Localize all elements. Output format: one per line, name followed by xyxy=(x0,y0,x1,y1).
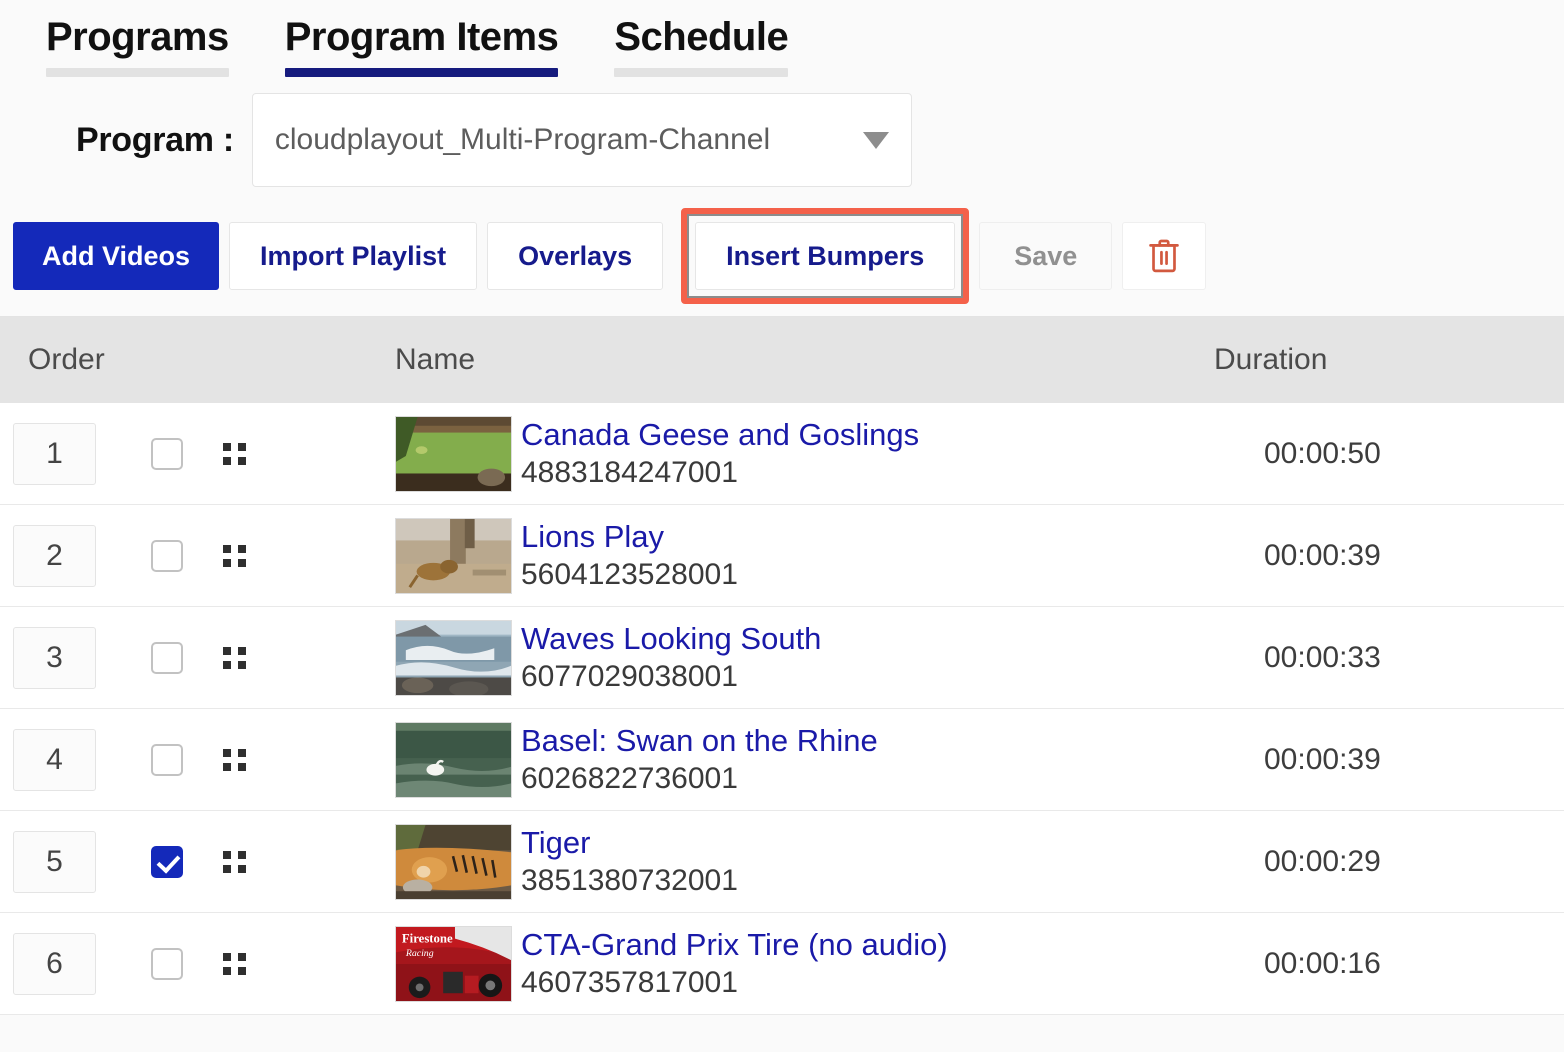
table-row: 4 Basel: Swan on the Rhine 6026822736001… xyxy=(0,709,1564,811)
cell-order: 2 xyxy=(0,525,395,587)
cell-name: Waves Looking South 6077029038001 xyxy=(395,620,1214,696)
svg-text:Racing: Racing xyxy=(405,948,434,959)
video-title-link[interactable]: CTA-Grand Prix Tire (no audio) xyxy=(521,926,948,964)
add-videos-button[interactable]: Add Videos xyxy=(13,222,219,290)
video-thumbnail xyxy=(395,518,512,594)
cell-duration: 00:00:16 xyxy=(1214,947,1564,981)
row-checkbox[interactable] xyxy=(151,744,183,776)
tab-program-items[interactable]: Program Items xyxy=(257,0,587,77)
cell-order: 5 xyxy=(0,831,395,893)
table-row: 3 Waves Looking South 6077029038001 00:0… xyxy=(0,607,1564,709)
video-thumbnail xyxy=(395,824,512,900)
tab-programs-label: Programs xyxy=(46,8,229,66)
video-thumbnail xyxy=(395,620,512,696)
video-title-link[interactable]: Tiger xyxy=(521,824,738,862)
insert-bumpers-button[interactable]: Insert Bumpers xyxy=(695,222,955,290)
video-id: 6077029038001 xyxy=(521,658,821,696)
chevron-down-icon xyxy=(863,132,889,149)
table-header: Order Name Duration xyxy=(0,317,1564,403)
cell-order: 1 xyxy=(0,423,395,485)
row-checkbox[interactable] xyxy=(151,846,183,878)
tab-program-items-label: Program Items xyxy=(285,8,559,66)
drag-handle-icon[interactable] xyxy=(223,545,245,567)
cell-duration: 00:00:29 xyxy=(1214,845,1564,879)
program-selector-row: Program : cloudplayout_Multi-Program-Cha… xyxy=(0,84,1564,196)
video-id: 6026822736001 xyxy=(521,760,878,798)
svg-text:Firestone: Firestone xyxy=(402,931,453,945)
video-id: 3851380732001 xyxy=(521,862,738,900)
video-id: 5604123528001 xyxy=(521,556,738,594)
order-input[interactable]: 3 xyxy=(13,627,96,689)
drag-handle-icon[interactable] xyxy=(223,749,245,771)
table-row: 1 Canada Geese and Goslings 488318424700… xyxy=(0,403,1564,505)
drag-handle-icon[interactable] xyxy=(223,953,245,975)
tab-programs[interactable]: Programs xyxy=(18,0,257,77)
tab-program-items-underline xyxy=(285,68,559,77)
order-input[interactable]: 4 xyxy=(13,729,96,791)
import-playlist-button[interactable]: Import Playlist xyxy=(229,222,477,290)
tab-schedule-underline xyxy=(614,68,788,77)
overlays-button[interactable]: Overlays xyxy=(487,222,663,290)
video-thumbnail xyxy=(395,722,512,798)
program-label: Program : xyxy=(76,121,234,160)
cell-name: Firestone Racing CTA-Grand Prix Tire (no… xyxy=(395,926,1214,1002)
video-title-link[interactable]: Canada Geese and Goslings xyxy=(521,416,919,454)
tab-programs-underline xyxy=(46,68,229,77)
program-dropdown[interactable]: cloudplayout_Multi-Program-Channel xyxy=(252,93,912,187)
cell-name: Tiger 3851380732001 xyxy=(395,824,1214,900)
video-id: 4607357817001 xyxy=(521,964,948,1002)
delete-button[interactable] xyxy=(1122,222,1206,290)
tab-schedule-label: Schedule xyxy=(614,8,788,66)
cell-duration: 00:00:39 xyxy=(1214,743,1564,777)
cell-name: Basel: Swan on the Rhine 6026822736001 xyxy=(395,722,1214,798)
cell-duration: 00:00:33 xyxy=(1214,641,1564,675)
program-dropdown-value: cloudplayout_Multi-Program-Channel xyxy=(275,123,853,157)
column-header-name: Name xyxy=(395,343,1214,377)
row-checkbox[interactable] xyxy=(151,438,183,470)
drag-handle-icon[interactable] xyxy=(223,443,245,465)
cell-name: Lions Play 5604123528001 xyxy=(395,518,1214,594)
action-toolbar: Add Videos Import Playlist Overlays Inse… xyxy=(0,196,1564,316)
tab-schedule[interactable]: Schedule xyxy=(586,0,816,77)
cell-order: 3 xyxy=(0,627,395,689)
cell-order: 6 xyxy=(0,933,395,995)
row-checkbox[interactable] xyxy=(151,642,183,674)
table-body: 1 Canada Geese and Goslings 488318424700… xyxy=(0,403,1564,1015)
trash-icon xyxy=(1147,237,1181,275)
column-header-order: Order xyxy=(0,343,395,377)
video-title-link[interactable]: Lions Play xyxy=(521,518,738,556)
video-id: 4883184247001 xyxy=(521,454,919,492)
row-checkbox[interactable] xyxy=(151,540,183,572)
video-thumbnail xyxy=(395,416,512,492)
table-row: 6 Firestone Racing CTA-Grand Prix Tire (… xyxy=(0,913,1564,1015)
video-title-link[interactable]: Waves Looking South xyxy=(521,620,821,658)
order-input[interactable]: 6 xyxy=(13,933,96,995)
main-tabs: Programs Program Items Schedule xyxy=(0,0,1564,84)
program-items-table: Order Name Duration 1 Canada Geese and G… xyxy=(0,316,1564,1015)
order-input[interactable]: 1 xyxy=(13,423,96,485)
table-row: 5 Tiger 3851380732001 00:00: xyxy=(0,811,1564,913)
order-input[interactable]: 5 xyxy=(13,831,96,893)
insert-bumpers-highlight: Insert Bumpers xyxy=(681,208,969,304)
cell-duration: 00:00:50 xyxy=(1214,437,1564,471)
cell-name: Canada Geese and Goslings 4883184247001 xyxy=(395,416,1214,492)
order-input[interactable]: 2 xyxy=(13,525,96,587)
table-row: 2 Lions Play 5604123528001 00:00:39 xyxy=(0,505,1564,607)
drag-handle-icon[interactable] xyxy=(223,851,245,873)
cell-duration: 00:00:39 xyxy=(1214,539,1564,573)
video-title-link[interactable]: Basel: Swan on the Rhine xyxy=(521,722,878,760)
cell-order: 4 xyxy=(0,729,395,791)
column-header-duration: Duration xyxy=(1214,343,1564,377)
row-checkbox[interactable] xyxy=(151,948,183,980)
drag-handle-icon[interactable] xyxy=(223,647,245,669)
save-button[interactable]: Save xyxy=(979,222,1112,290)
video-thumbnail: Firestone Racing xyxy=(395,926,512,1002)
